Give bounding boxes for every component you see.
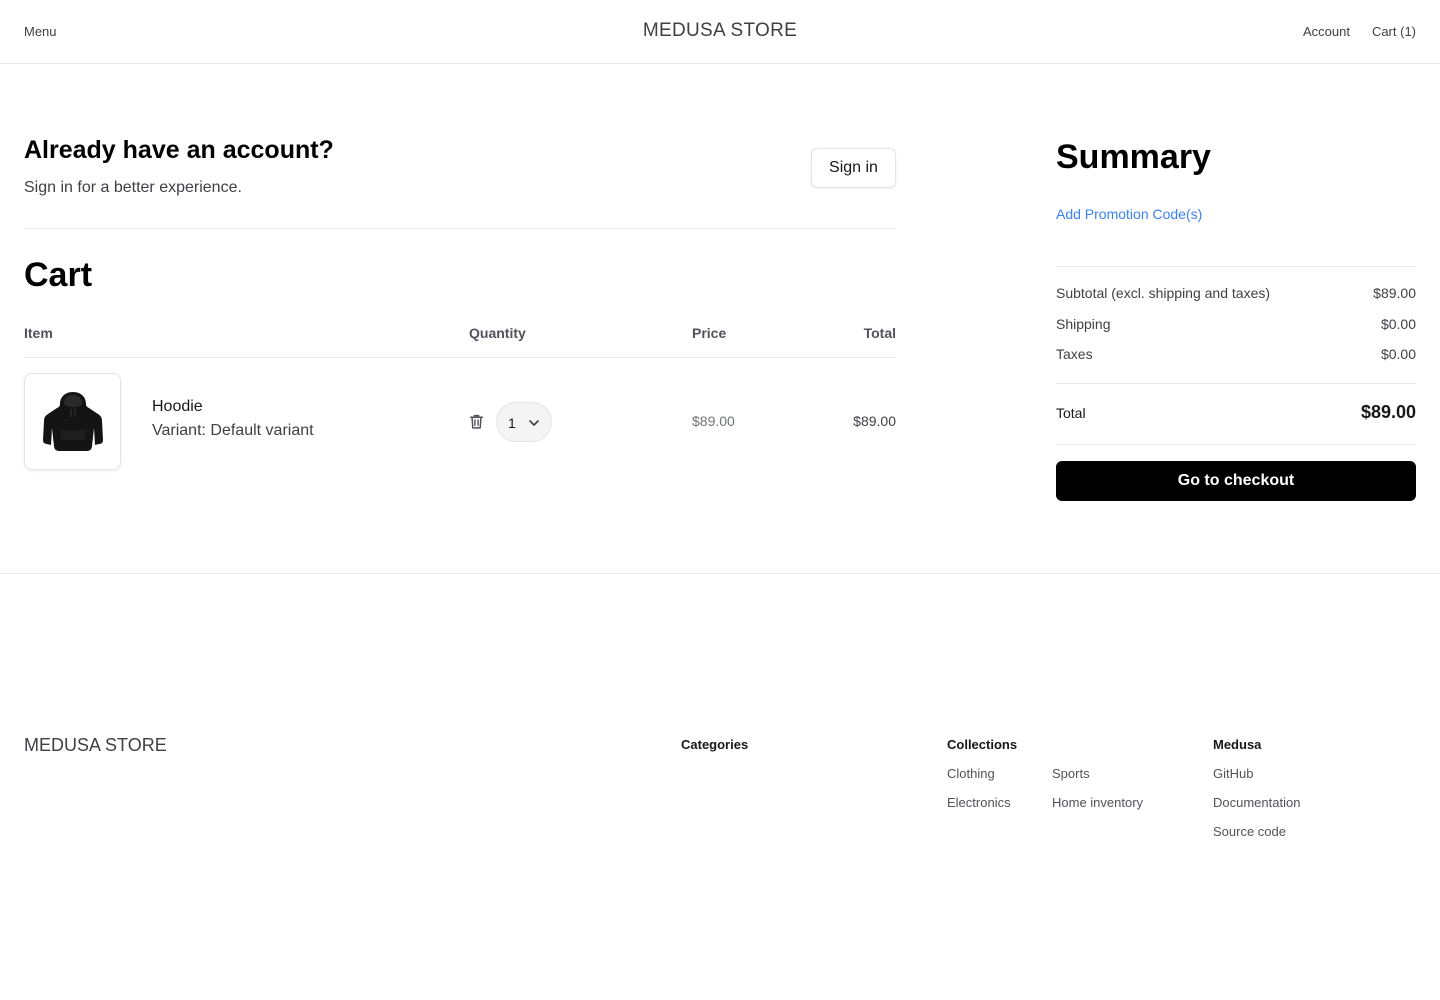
- go-to-checkout-button[interactable]: Go to checkout: [1056, 461, 1416, 501]
- column-header-item: Item: [24, 325, 53, 341]
- taxes-value: $0.00: [1380, 346, 1416, 362]
- footer-link-documentation[interactable]: Documentation: [1213, 795, 1300, 810]
- top-nav: Menu MEDUSA STORE Account Cart (1): [0, 0, 1440, 64]
- column-header-quantity: Quantity: [469, 325, 526, 341]
- footer-link-source-code[interactable]: Source code: [1213, 824, 1286, 839]
- total-label: Total: [1056, 405, 1086, 421]
- item-variant: Variant: Default variant: [152, 422, 314, 439]
- item-total: $89.00: [853, 413, 896, 429]
- subtotal-label: Subtotal (excl. shipping and taxes): [1056, 285, 1271, 301]
- divider: [24, 357, 896, 358]
- taxes-label: Taxes: [1056, 346, 1093, 362]
- hoodie-image: [42, 391, 103, 451]
- total-value: $89.00: [1360, 402, 1416, 422]
- cart-link[interactable]: Cart (1): [1372, 24, 1416, 39]
- summary-title: Summary: [1056, 138, 1211, 176]
- divider: [1056, 444, 1416, 445]
- menu-button[interactable]: Menu: [24, 24, 57, 39]
- signin-prompt-subtitle: Sign in for a better experience.: [24, 179, 242, 196]
- divider: [1056, 266, 1416, 267]
- subtotal-value: $89.00: [1373, 285, 1416, 301]
- add-promotion-code-link[interactable]: Add Promotion Code(s): [1056, 206, 1202, 222]
- footer-divider: [0, 573, 1440, 574]
- footer-medusa-title: Medusa: [1213, 737, 1262, 752]
- store-logo-container: MEDUSA STORE: [0, 20, 1440, 42]
- quantity-select[interactable]: 1: [496, 402, 552, 442]
- quantity-value: 1: [508, 415, 516, 431]
- footer-link-home-inventory[interactable]: Home inventory: [1052, 795, 1143, 810]
- footer-link-clothing[interactable]: Clothing: [947, 766, 995, 781]
- store-logo[interactable]: MEDUSA STORE: [643, 20, 797, 41]
- column-header-total: Total: [863, 325, 896, 341]
- signin-prompt-title: Already have an account?: [24, 136, 334, 164]
- footer-categories-title: Categories: [681, 737, 749, 752]
- cart-title: Cart: [24, 256, 93, 294]
- divider: [1056, 383, 1416, 384]
- shipping-value: $0.00: [1380, 316, 1416, 332]
- footer-link-sports[interactable]: Sports: [1052, 766, 1090, 781]
- item-price: $89.00: [692, 413, 735, 429]
- footer-store-logo[interactable]: MEDUSA STORE: [24, 735, 167, 756]
- chevron-down-icon: [529, 420, 539, 426]
- shipping-label: Shipping: [1056, 316, 1111, 332]
- footer-link-electronics[interactable]: Electronics: [947, 795, 1011, 810]
- item-name[interactable]: Hoodie: [152, 398, 203, 416]
- sign-in-button[interactable]: Sign in: [811, 148, 896, 188]
- footer-collections-title: Collections: [947, 737, 1018, 752]
- divider: [24, 228, 896, 229]
- trash-icon[interactable]: [468, 413, 485, 430]
- account-link[interactable]: Account: [1303, 24, 1350, 39]
- column-header-price: Price: [692, 325, 727, 341]
- footer-link-github[interactable]: GitHub: [1213, 766, 1253, 781]
- product-thumbnail[interactable]: [24, 373, 121, 470]
